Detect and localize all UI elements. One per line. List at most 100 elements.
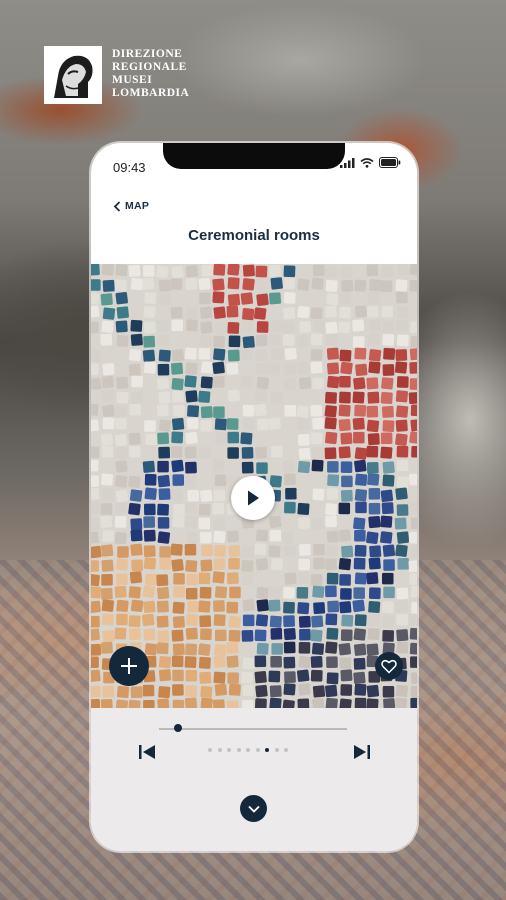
mosaic-tile: [396, 504, 409, 516]
mosaic-tile: [410, 336, 417, 348]
mosaic-tile: [131, 375, 143, 388]
mosaic-tile: [227, 447, 239, 459]
mosaic-tile: [200, 321, 213, 334]
mosaic-tile: [269, 615, 282, 628]
play-button[interactable]: [231, 476, 275, 520]
mosaic-tile: [91, 305, 100, 318]
mosaic-tile: [297, 305, 310, 319]
mosaic-tile: [256, 278, 269, 290]
mosaic-tile: [91, 475, 100, 488]
mosaic-tile: [226, 655, 239, 668]
mosaic-tile: [270, 319, 282, 332]
mosaic-tile: [114, 279, 127, 292]
mosaic-tile: [143, 600, 156, 614]
mosaic-tile: [171, 431, 184, 444]
mosaic-tile: [298, 543, 311, 556]
mosaic-tile: [185, 390, 198, 403]
mosaic-tile: [326, 292, 339, 306]
mosaic-tile: [102, 685, 115, 698]
mosaic-tile: [91, 656, 99, 669]
mosaic-tile: [201, 264, 214, 277]
mosaic-tile: [128, 699, 141, 708]
add-button[interactable]: [109, 646, 149, 686]
mosaic-tile: [145, 433, 157, 446]
logo-line: DIREZIONE: [112, 48, 183, 60]
back-to-map-link[interactable]: MAP: [113, 200, 149, 212]
mosaic-tile: [310, 432, 323, 445]
mosaic-tile: [341, 334, 353, 347]
mosaic-tile: [340, 517, 353, 530]
mosaic-tile: [396, 531, 410, 544]
mosaic-tile: [366, 445, 379, 458]
mosaic-tile: [200, 406, 213, 419]
mosaic-tile: [116, 376, 129, 389]
mosaic-tile: [396, 291, 408, 304]
battery-icon: [379, 157, 401, 168]
mosaic-tile: [327, 600, 340, 613]
mosaic-tile: [228, 557, 240, 570]
mosaic-tile: [410, 545, 417, 558]
mosaic-tile: [102, 488, 115, 501]
mosaic-tile: [339, 657, 352, 669]
mosaic-tile: [158, 686, 171, 699]
mosaic-tile: [201, 361, 214, 374]
mosaic-tile: [284, 347, 297, 360]
mosaic-tile: [142, 613, 155, 627]
mosaic-tile: [395, 684, 409, 698]
mosaic-tile: [185, 431, 198, 445]
mosaic-tile: [268, 264, 282, 277]
mosaic-tile: [143, 503, 156, 516]
heart-icon: [381, 659, 397, 674]
mosaic-tile: [130, 686, 143, 699]
mosaic-tile: [198, 656, 211, 669]
mosaic-tile: [254, 543, 267, 556]
mosaic-tile: [368, 502, 381, 515]
next-button[interactable]: [353, 743, 371, 761]
mosaic-tile: [256, 642, 269, 655]
mosaic-tile: [226, 362, 239, 375]
mosaic-tile: [340, 461, 353, 473]
mosaic-tile: [171, 417, 185, 431]
mosaic-tile: [228, 375, 241, 388]
mosaic-tile: [185, 627, 198, 640]
mosaic-tile: [256, 363, 268, 375]
mosaic-tile: [242, 264, 255, 277]
mosaic-tile: [382, 420, 395, 432]
collapse-player-button[interactable]: [240, 795, 267, 822]
mosaic-tile: [141, 277, 155, 290]
mosaic-tile: [241, 671, 254, 684]
mosaic-tile: [409, 431, 417, 444]
pagination-dot-active: [265, 748, 269, 752]
mosaic-tile: [368, 515, 381, 529]
mosaic-tile: [129, 403, 142, 416]
mosaic-tile: [353, 671, 366, 685]
mosaic-tile: [200, 685, 213, 699]
favorite-button[interactable]: [375, 652, 403, 680]
mosaic-tile: [102, 613, 115, 626]
mosaic-tile: [128, 445, 141, 458]
mosaic-tile: [382, 333, 395, 346]
mosaic-tile: [270, 627, 283, 640]
mosaic-tile: [395, 279, 408, 292]
mosaic-tile: [240, 587, 253, 599]
audio-player: [91, 708, 417, 851]
mosaic-tile: [157, 531, 171, 544]
mosaic-tile: [298, 376, 312, 390]
mosaic-tile: [213, 264, 226, 276]
mosaic-tile: [409, 361, 417, 374]
mosaic-tile: [354, 404, 367, 417]
mosaic-tile: [102, 417, 115, 430]
mosaic-tile: [185, 319, 199, 332]
previous-button[interactable]: [138, 743, 156, 761]
mosaic-tile: [185, 362, 198, 375]
mosaic-tile: [200, 376, 213, 389]
mosaic-tile: [282, 699, 295, 708]
mosaic-tile: [382, 615, 395, 628]
mosaic-tile: [297, 278, 310, 291]
mosaic-tile: [339, 292, 352, 305]
mosaic-tile: [100, 293, 113, 306]
mosaic-tile: [143, 545, 156, 558]
mosaic-tile: [91, 459, 99, 472]
progress-knob[interactable]: [173, 724, 182, 732]
progress-track[interactable]: [159, 728, 347, 730]
